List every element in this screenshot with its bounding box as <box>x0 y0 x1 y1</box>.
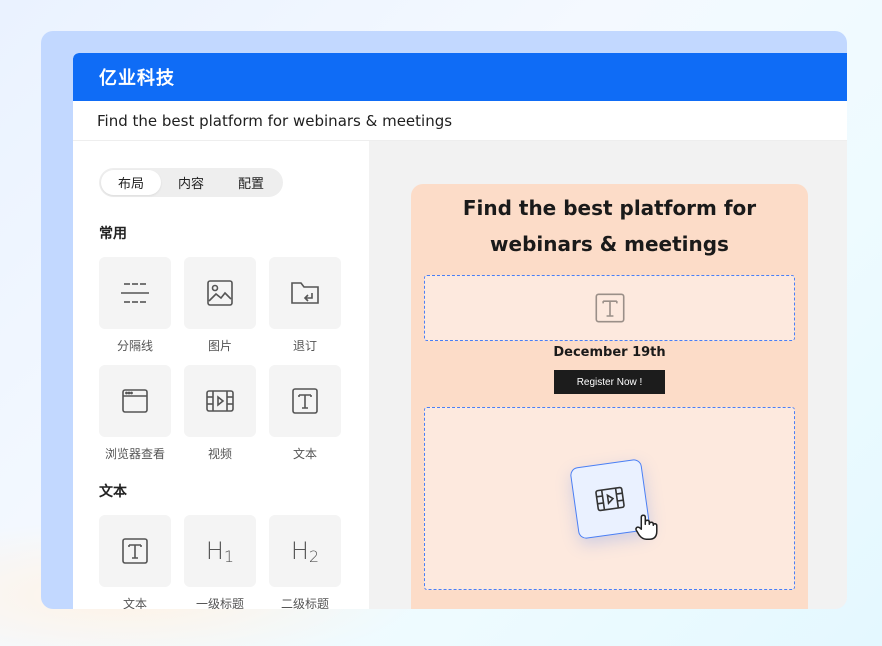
text-icon <box>594 293 625 323</box>
canvas-area: Find the best platform for webinars & me… <box>369 141 847 609</box>
tab-content[interactable]: 内容 <box>161 170 221 195</box>
panel-tabs: 布局 内容 配置 <box>99 168 283 197</box>
component-panel: 布局 内容 配置 常用 分隔线 图片 退订 浏览器查看 视频 文本 文本 文本 … <box>73 141 369 609</box>
component-video[interactable]: 视频 <box>184 365 256 461</box>
component-text[interactable]: 文本 <box>269 365 341 461</box>
common-components-grid: 分隔线 图片 退订 浏览器查看 视频 文本 <box>99 257 369 461</box>
component-label: 一级标题 <box>195 597 244 609</box>
dragging-video-component[interactable] <box>568 457 658 540</box>
image-icon <box>207 280 233 306</box>
component-label: 浏览器查看 <box>104 447 165 461</box>
component-label: 分隔线 <box>116 339 153 353</box>
video-icon <box>594 486 625 511</box>
page-subject-bar[interactable]: Find the best platform for webinars & me… <box>73 101 847 141</box>
video-drop-zone[interactable] <box>424 407 795 590</box>
component-label: 视频 <box>207 447 232 461</box>
component-label: 文本 <box>292 447 317 461</box>
component-label: 文本 <box>122 597 147 609</box>
component-label: 退订 <box>292 339 317 353</box>
component-label: 二级标题 <box>280 597 329 609</box>
text-components-grid: 文本 H1 一级标题 H2 二级标题 <box>99 515 369 609</box>
text-icon <box>292 388 318 414</box>
component-label: 图片 <box>207 339 232 353</box>
component-image[interactable]: 图片 <box>184 257 256 353</box>
canvas-headline[interactable]: Find the best platform for webinars & me… <box>411 190 808 262</box>
hand-cursor-icon <box>634 513 658 540</box>
component-heading-2[interactable]: H2 二级标题 <box>269 515 341 609</box>
tab-config[interactable]: 配置 <box>221 170 281 195</box>
event-date[interactable]: December 19th <box>411 345 808 360</box>
component-divider[interactable]: 分隔线 <box>99 257 171 353</box>
app-title: 亿业科技 <box>73 53 847 101</box>
section-title-common: 常用 <box>99 226 127 242</box>
register-button[interactable]: Register Now ! <box>554 370 665 394</box>
outer-frame: 亿业科技 Find the best platform for webinars… <box>41 31 847 609</box>
text-drop-zone[interactable] <box>424 275 795 341</box>
component-browser-view[interactable]: 浏览器查看 <box>99 365 171 461</box>
divider-icon <box>121 283 149 303</box>
editor-body: 布局 内容 配置 常用 分隔线 图片 退订 浏览器查看 视频 文本 文本 文本 … <box>73 141 847 609</box>
component-heading-1[interactable]: H1 一级标题 <box>184 515 256 609</box>
component-text-block[interactable]: 文本 <box>99 515 171 609</box>
heading-2-icon: H2 <box>290 536 320 566</box>
heading-1-icon: H1 <box>205 536 235 566</box>
section-title-text: 文本 <box>99 484 127 500</box>
browser-window-icon <box>122 389 148 413</box>
page-subject-text: Find the best platform for webinars & me… <box>97 111 453 130</box>
unsubscribe-folder-icon <box>291 282 319 304</box>
email-canvas[interactable]: Find the best platform for webinars & me… <box>411 184 808 609</box>
editor-window: 亿业科技 Find the best platform for webinars… <box>73 53 847 609</box>
video-icon <box>206 390 234 412</box>
text-icon <box>122 538 148 564</box>
component-unsubscribe[interactable]: 退订 <box>269 257 341 353</box>
tab-layout[interactable]: 布局 <box>101 170 161 195</box>
